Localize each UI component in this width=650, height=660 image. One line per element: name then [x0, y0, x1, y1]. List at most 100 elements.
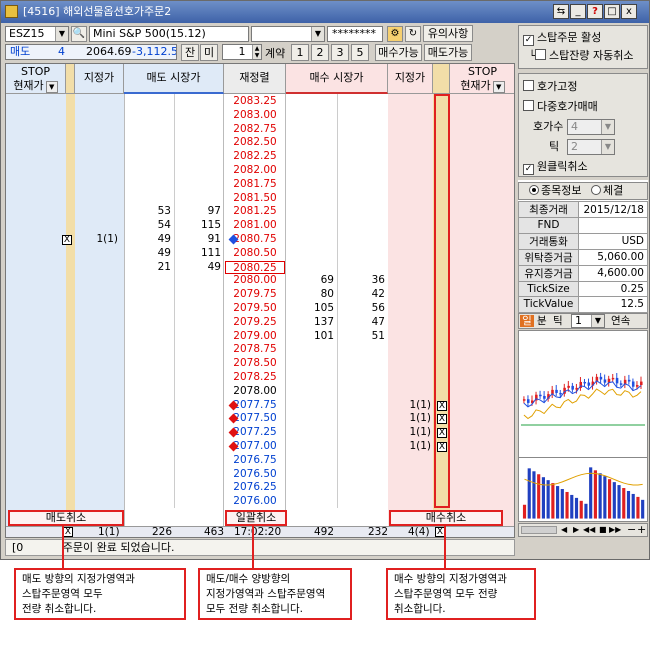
- price-level[interactable]: 2082.50: [225, 136, 285, 150]
- checkbox-unchecked-icon: [523, 100, 534, 111]
- sell-stop-column[interactable]: [6, 64, 66, 537]
- price-level[interactable]: 2080.25: [225, 260, 285, 275]
- price-level[interactable]: 2076.75: [225, 454, 285, 468]
- price-level[interactable]: 2078.50: [225, 357, 285, 371]
- maximize-button[interactable]: □: [604, 4, 620, 19]
- account-select[interactable]: ▼: [251, 26, 325, 42]
- header-limit-left[interactable]: 지정가: [75, 64, 124, 94]
- search-icon[interactable]: 🔍: [71, 26, 87, 42]
- price-level[interactable]: 2079.00: [225, 330, 285, 344]
- nav-rewind-icon[interactable]: ◀◀: [583, 524, 595, 536]
- price-level[interactable]: 2080.00: [225, 274, 285, 288]
- fix-quote-toggle[interactable]: 호가고정: [523, 77, 643, 97]
- volume-bar: [612, 482, 616, 519]
- moving-average-line-1: [523, 380, 642, 408]
- quick-qty-3[interactable]: 3: [331, 44, 349, 61]
- price-level[interactable]: 2083.25: [225, 95, 285, 109]
- sell-available-button[interactable]: 매도가능: [424, 44, 472, 61]
- sell-limit-order[interactable]: 1(1): [78, 233, 122, 247]
- candle-body: [619, 383, 623, 385]
- price-level[interactable]: 2082.00: [225, 164, 285, 178]
- stop-right-current-select[interactable]: 현재가 ▼: [450, 79, 514, 93]
- minimize-button[interactable]: _: [570, 4, 586, 19]
- password-field[interactable]: ********: [327, 26, 383, 42]
- reorder-button[interactable]: 재정렬: [224, 64, 286, 94]
- price-level[interactable]: 2081.50: [225, 192, 285, 206]
- nav-prev-icon[interactable]: ◀: [561, 524, 567, 536]
- period-tick-tab[interactable]: 틱: [553, 314, 563, 328]
- price-level[interactable]: 2079.50: [225, 302, 285, 316]
- buy-available-button[interactable]: 매수가능: [375, 44, 422, 61]
- gear-icon[interactable]: ⚙: [387, 26, 403, 42]
- sell-stop-cancel-icon[interactable]: X: [63, 527, 73, 537]
- spin-arrows-icon[interactable]: ▲ ▼: [252, 45, 261, 59]
- price-level[interactable]: 2081.25: [225, 205, 285, 219]
- link-icon[interactable]: ⇆: [553, 4, 569, 19]
- sell-stop-order-icon[interactable]: X: [62, 235, 72, 245]
- price-level[interactable]: 2078.25: [225, 371, 285, 385]
- ask-qty: 49: [207, 260, 221, 273]
- header-bid-market[interactable]: 매수 시장가: [286, 64, 388, 94]
- multi-quote-toggle[interactable]: 다중호가매매: [523, 97, 643, 117]
- price-level[interactable]: 2076.50: [225, 468, 285, 482]
- price-level[interactable]: 2076.25: [225, 481, 285, 495]
- stop-auto-cancel-toggle[interactable]: └ 스탑잔량 자동취소: [523, 47, 643, 66]
- sell-limit-column[interactable]: [75, 64, 124, 537]
- quick-qty-5[interactable]: 5: [351, 44, 369, 61]
- sum-left-order: 1(1): [98, 526, 120, 538]
- symbol-select[interactable]: ESZ15 ▼: [5, 26, 69, 42]
- zoom-out-icon[interactable]: −: [627, 524, 636, 536]
- tab-stock-info[interactable]: 종목정보: [529, 184, 581, 197]
- zoom-in-icon[interactable]: +: [637, 524, 646, 536]
- unfilled-button[interactable]: 미: [200, 44, 218, 61]
- stop-left-current-select[interactable]: 현재가 ▼: [6, 79, 65, 93]
- buy-limit-order[interactable]: 1(1): [390, 440, 433, 454]
- period-minute-tab[interactable]: 분: [537, 314, 547, 328]
- buy-stop-column[interactable]: [450, 64, 514, 537]
- balance-button[interactable]: 잔: [181, 44, 199, 61]
- info-value: USD: [578, 232, 648, 250]
- close-button[interactable]: x: [621, 4, 637, 19]
- quick-qty-2[interactable]: 2: [311, 44, 329, 61]
- nav-forward-icon[interactable]: ▶▶: [609, 524, 621, 536]
- nav-play-icon[interactable]: ▶: [573, 524, 579, 536]
- price-level[interactable]: 2081.00: [225, 219, 285, 233]
- buy-limit-order[interactable]: 1(1): [390, 399, 433, 413]
- price-level[interactable]: 2076.00: [225, 495, 285, 509]
- buy-cancel-button[interactable]: 매수취소: [389, 510, 503, 526]
- lots-stepper[interactable]: 1 ▲ ▼: [222, 44, 262, 60]
- chart-scrollbar[interactable]: [521, 526, 557, 534]
- volume-bar: [574, 497, 579, 519]
- nav-stop-icon[interactable]: ■: [599, 524, 607, 536]
- tab-fills[interactable]: 체결: [590, 184, 623, 197]
- buy-limit-order[interactable]: 1(1): [390, 412, 433, 426]
- refresh-icon[interactable]: ↻: [405, 26, 421, 42]
- one-click-cancel-toggle[interactable]: ✓ 원클릭취소: [523, 157, 643, 177]
- quick-qty-1[interactable]: 1: [291, 44, 309, 61]
- notice-button[interactable]: 유의사항: [423, 25, 473, 42]
- period-value-select[interactable]: 1 ▼: [571, 314, 605, 328]
- tick-select[interactable]: 2 ▼: [567, 139, 615, 155]
- help-button[interactable]: ?: [587, 4, 603, 19]
- price-level[interactable]: 2079.25: [225, 316, 285, 330]
- cancel-all-button[interactable]: 일괄취소: [225, 510, 287, 526]
- price-level[interactable]: 2081.75: [225, 178, 285, 192]
- period-day-tab[interactable]: 일: [520, 315, 534, 327]
- quote-count-select[interactable]: 4 ▼: [567, 119, 615, 135]
- header-limit-right[interactable]: 지정가: [388, 64, 433, 94]
- buy-limit-order[interactable]: 1(1): [390, 426, 433, 440]
- continuous-toggle[interactable]: 연속: [611, 314, 630, 328]
- price-level[interactable]: 2078.75: [225, 343, 285, 357]
- volume-bar: [579, 500, 583, 519]
- sell-cancel-button[interactable]: 매도취소: [8, 510, 124, 526]
- header-ask-market[interactable]: 매도 시장가: [124, 64, 224, 94]
- price-level[interactable]: 2080.50: [225, 247, 285, 261]
- price-level[interactable]: 2083.00: [225, 109, 285, 123]
- stock-info-table: 최종거래 2015/12/18 FND 거래통화 USD 위탁증거금 5,060.00 유지증…: [518, 201, 648, 313]
- price-level[interactable]: 2078.00: [225, 385, 285, 399]
- price-level[interactable]: 2079.75: [225, 288, 285, 302]
- price-level[interactable]: 2082.25: [225, 150, 285, 164]
- stop-active-toggle[interactable]: ✓ 스탑주문 활성: [523, 29, 643, 47]
- price-level[interactable]: 2082.75: [225, 123, 285, 137]
- buy-limit-column[interactable]: [388, 64, 433, 537]
